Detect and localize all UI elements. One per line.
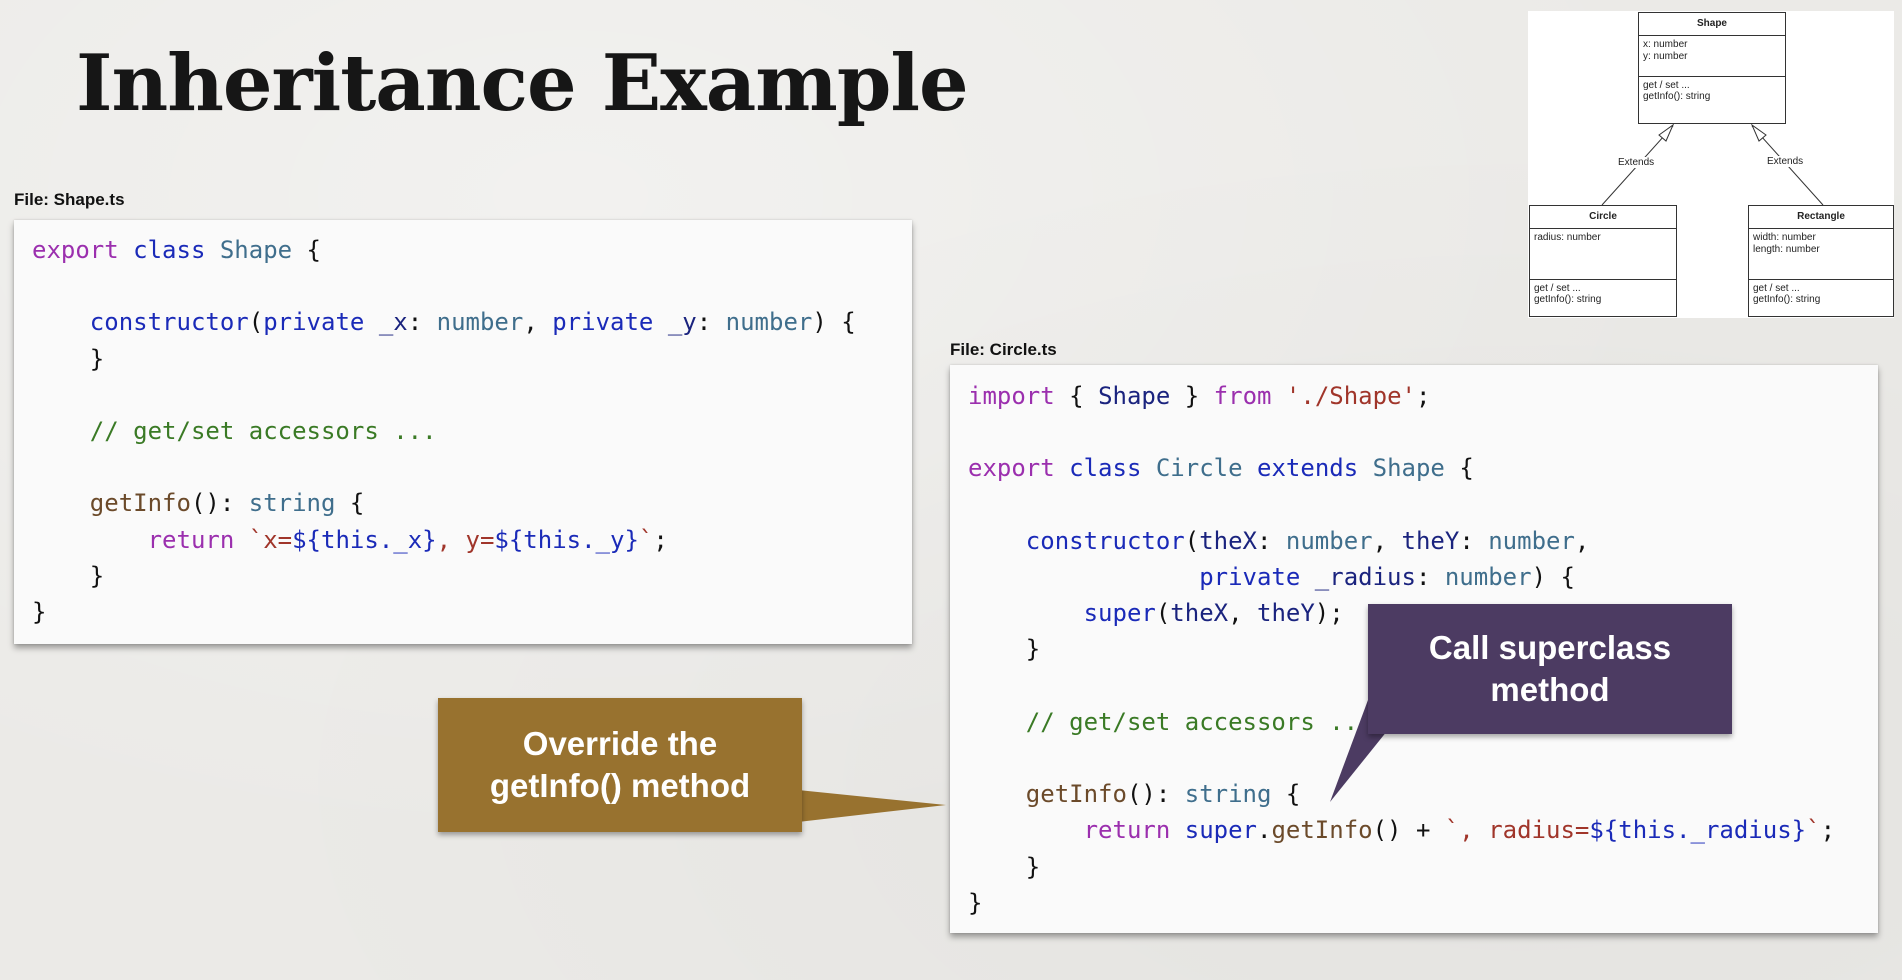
uml-operations: get / set ... getInfo(): string bbox=[1530, 280, 1676, 308]
override-callout-pointer bbox=[798, 790, 946, 822]
uml-operation: get / set ... bbox=[1753, 283, 1800, 294]
uml-operation: getInfo(): string bbox=[1534, 294, 1602, 305]
uml-class-circle: Circle radius: number get / set ... getI… bbox=[1529, 205, 1677, 317]
uml-operation: get / set ... bbox=[1643, 80, 1690, 91]
uml-operations: get / set ... getInfo(): string bbox=[1639, 77, 1785, 105]
uml-operation: getInfo(): string bbox=[1643, 91, 1711, 102]
uml-attribute: x: number bbox=[1643, 39, 1688, 50]
uml-attribute: y: number bbox=[1643, 51, 1688, 62]
uml-extends-label: Extends bbox=[1617, 157, 1656, 168]
uml-extends-label: Extends bbox=[1766, 156, 1805, 167]
override-callout-text: Override the getInfo() method bbox=[489, 725, 751, 804]
super-callout-text: Call superclass method bbox=[1428, 629, 1672, 708]
uml-attribute: width: number bbox=[1753, 232, 1816, 243]
uml-attribute: radius: number bbox=[1534, 232, 1601, 243]
override-callout: Override the getInfo() method bbox=[438, 698, 802, 832]
uml-class-rectangle: Rectangle width: number length: number g… bbox=[1748, 205, 1894, 317]
uml-class-name: Shape bbox=[1639, 13, 1785, 36]
super-callout: Call superclass method bbox=[1368, 604, 1732, 734]
uml-operation: getInfo(): string bbox=[1753, 294, 1821, 305]
uml-operation: get / set ... bbox=[1534, 283, 1581, 294]
uml-class-name: Circle bbox=[1530, 206, 1676, 229]
uml-attributes: width: number length: number bbox=[1749, 229, 1893, 280]
uml-operations: get / set ... getInfo(): string bbox=[1749, 280, 1893, 308]
uml-class-shape: Shape x: number y: number get / set ... … bbox=[1638, 12, 1786, 124]
uml-class-name: Rectangle bbox=[1749, 206, 1893, 229]
uml-attribute: length: number bbox=[1753, 244, 1820, 255]
uml-attributes: x: number y: number bbox=[1639, 36, 1785, 77]
uml-class-diagram: Shape x: number y: number get / set ... … bbox=[1528, 11, 1894, 318]
uml-attributes: radius: number bbox=[1530, 229, 1676, 280]
